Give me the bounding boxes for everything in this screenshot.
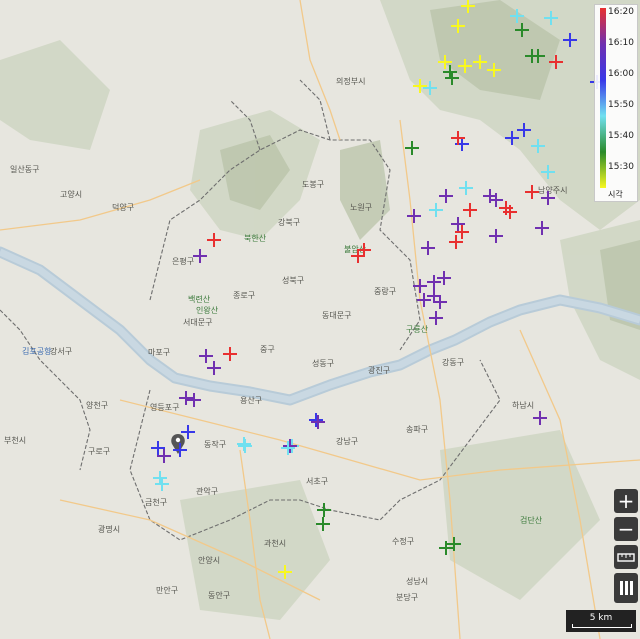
place-label: 일산동구 [10, 164, 39, 174]
time-legend: 16:20 16:10 16:00 15:50 15:40 15:30 시각 [594, 4, 638, 202]
place-label: 동대문구 [322, 311, 351, 320]
place-label: 강동구 [442, 357, 464, 367]
scale-bar: 5 km [566, 610, 636, 632]
place-label: 김포공항 [22, 346, 52, 356]
place-label: 종로구 [233, 291, 255, 300]
place-label: 동작구 [204, 439, 226, 449]
place-label: 안양시 [198, 555, 220, 565]
place-label: 수정구 [392, 536, 414, 546]
place-label: 관악구 [196, 486, 218, 496]
place-label: 구룡산 [406, 324, 429, 334]
legend-caption: 시각 [608, 190, 623, 199]
place-label: 강남구 [336, 436, 358, 446]
place-label: 마포구 [148, 348, 170, 357]
place-label: 은평구 [172, 256, 194, 266]
ruler-icon [617, 553, 635, 562]
place-label: 동안구 [208, 590, 230, 600]
place-label: 하남시 [512, 400, 534, 410]
zoom-out-button[interactable]: − [614, 517, 638, 541]
legend-tick: 15:30 [608, 162, 634, 172]
place-label: 광진구 [368, 365, 390, 375]
place-label: 북한산 [244, 233, 267, 243]
place-label: 강서구 [50, 346, 72, 356]
place-label: 도봉구 [302, 180, 324, 189]
place-label: 중랑구 [374, 286, 396, 296]
place-label: 서대문구 [183, 318, 212, 327]
place-label: 부천시 [4, 435, 26, 445]
place-label: 의정부시 [336, 76, 365, 86]
place-label: 만안구 [156, 585, 178, 595]
legend-tick: 16:20 [608, 7, 634, 17]
place-label: 덕양구 [112, 202, 134, 212]
legend-tick: 15:50 [608, 100, 634, 110]
legend-tick: 16:10 [608, 38, 634, 48]
place-label: 송파구 [406, 425, 428, 434]
layers-button[interactable] [614, 573, 638, 603]
place-label: 양천구 [86, 400, 108, 410]
place-label: 광명시 [98, 524, 120, 534]
layers-icon [620, 581, 633, 595]
place-label: 금천구 [145, 497, 167, 507]
place-label: 백련산 [188, 294, 211, 304]
place-label: 영등포구 [150, 402, 179, 412]
zoom-in-button[interactable]: + [614, 489, 638, 513]
scale-label: 5 km [589, 613, 613, 623]
scale-line [572, 624, 632, 628]
place-label: 용산구 [240, 395, 262, 405]
place-label: 분당구 [396, 592, 418, 602]
place-label: 인왕산 [196, 305, 219, 315]
place-label: 성남시 [406, 577, 428, 586]
place-label: 구로구 [88, 447, 110, 456]
place-label: 서초구 [306, 477, 328, 486]
map-canvas[interactable]: 일산동구 고양시 덕양구 의정부시 도봉구 노원구 강북구 은평구 성북구 중랑… [0, 0, 640, 639]
place-label: 고양시 [60, 190, 82, 199]
place-label: 중구 [260, 345, 275, 354]
place-label: 강북구 [278, 217, 300, 227]
place-label: 남양주시 [538, 186, 567, 195]
place-label: 노원구 [350, 203, 372, 212]
place-label: 성동구 [312, 359, 334, 368]
place-label: 검단산 [520, 515, 543, 525]
place-label: 성북구 [282, 276, 304, 285]
place-label: 과천시 [264, 538, 286, 548]
legend-color-bar [600, 8, 606, 188]
legend-tick: 15:40 [608, 131, 634, 141]
ruler-button[interactable] [614, 545, 638, 569]
legend-tick: 16:00 [608, 69, 634, 79]
